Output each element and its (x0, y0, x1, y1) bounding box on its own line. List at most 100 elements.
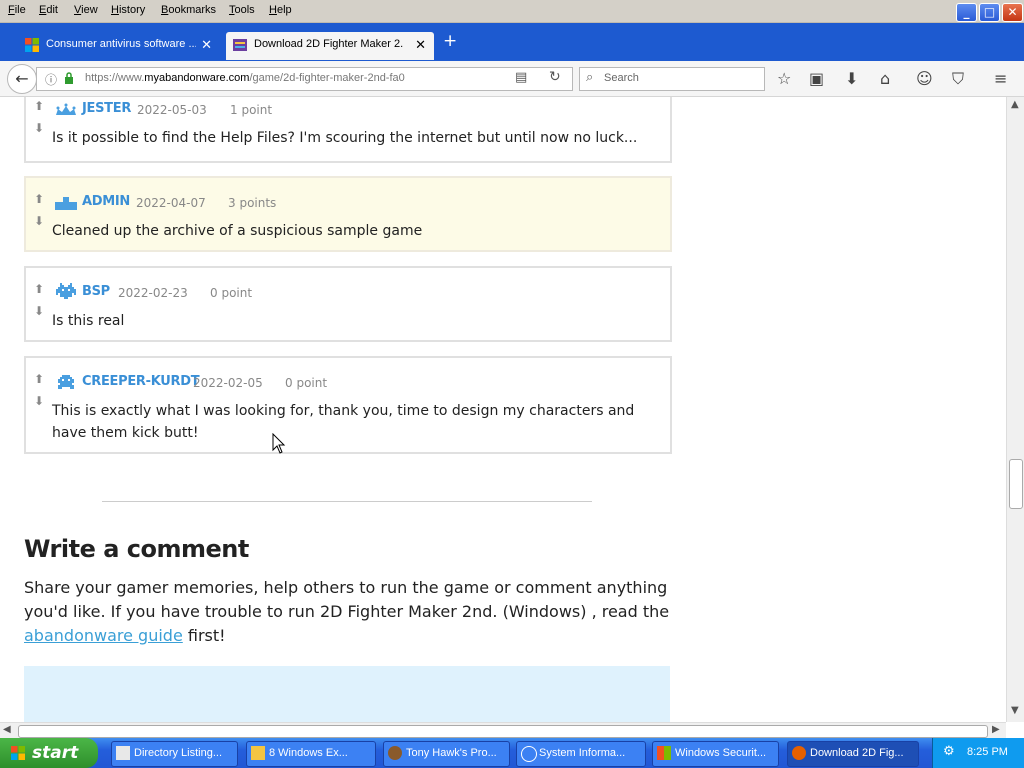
menu-bookmarks[interactable]: Bookmarks (161, 4, 216, 16)
comment-date: 2022-05-03 (137, 103, 207, 117)
upvote-icon[interactable]: ⬆ (34, 372, 44, 386)
upvote-icon[interactable]: ⬆ (34, 282, 44, 296)
task-windows-security[interactable]: Windows Securit... (652, 741, 779, 767)
downvote-icon[interactable]: ⬇ (34, 394, 44, 408)
task-download-fighter[interactable]: Download 2D Fig... (787, 741, 919, 767)
scroll-right-icon[interactable]: ▶ (992, 724, 1000, 735)
minimize-button[interactable]: _ (956, 3, 977, 22)
comment-item: ⬆ ⬇ BSP 2022-02-23 0 point Is this real (24, 266, 672, 342)
new-tab-icon[interactable]: + (443, 31, 457, 51)
close-tab-icon[interactable]: ✕ (415, 37, 426, 53)
shield-icon (657, 746, 671, 760)
reader-view-icon[interactable]: ▤ (515, 70, 527, 85)
maximize-button[interactable]: □ (979, 3, 1000, 22)
start-label: start (32, 743, 79, 763)
page-content: ⬆ ⬇ JESTER 2022-05-03 1 point Is it poss… (0, 97, 1006, 722)
downvote-icon[interactable]: ⬇ (34, 304, 44, 318)
vertical-scroll-thumb[interactable] (1009, 459, 1023, 509)
help-icon (521, 746, 537, 762)
comment-points: 1 point (230, 103, 273, 117)
myabandonware-icon (233, 39, 247, 51)
scroll-up-icon[interactable]: ▲ (1011, 99, 1019, 110)
horizontal-scroll-thumb[interactable] (18, 725, 988, 738)
navigation-bar: ← ⓘ https://www.myabandonware.com/game/2… (0, 61, 1024, 97)
comment-item-admin: ⬆ ⬇ ADMIN 2022-04-07 3 points Cleaned up… (24, 176, 672, 252)
hello-icon[interactable]: ☺ (916, 69, 933, 88)
info-icon[interactable]: ⓘ (45, 71, 57, 88)
downvote-icon[interactable]: ⬇ (34, 214, 44, 228)
menu-file[interactable]: File (8, 4, 26, 16)
microsoft-icon (25, 38, 39, 52)
menu-view[interactable]: View (74, 4, 98, 16)
reload-icon[interactable]: ↻ (549, 69, 561, 85)
comment-username[interactable]: BSP (82, 284, 110, 299)
comment-date: 2022-02-05 (193, 376, 263, 390)
comment-item: ⬆ ⬇ JESTER 2022-05-03 1 point Is it poss… (24, 97, 672, 163)
comment-username[interactable]: CREEPER-KURDT (82, 374, 200, 389)
comment-text: Is it possible to find the Help Files? I… (52, 130, 638, 146)
url-text: https://www.myabandonware.com/game/2d-fi… (85, 72, 405, 84)
comment-points: 0 point (285, 376, 328, 390)
creeper-avatar-icon (58, 375, 74, 389)
vertical-scrollbar[interactable]: ▲ ▼ (1006, 97, 1024, 722)
horizontal-scrollbar[interactable]: ◀ ▶ (0, 722, 1006, 739)
menu-help[interactable]: Help (269, 4, 292, 16)
tab-label: Consumer antivirus software ... (46, 38, 196, 50)
menu-tools[interactable]: Tools (229, 4, 255, 16)
comment-text: Cleaned up the archive of a suspicious s… (52, 223, 423, 239)
downvote-icon[interactable]: ⬇ (34, 121, 44, 135)
comment-username[interactable]: JESTER (82, 101, 131, 116)
comment-text: Is this real (52, 313, 125, 329)
game-icon (388, 746, 402, 760)
close-window-button[interactable]: ✕ (1002, 3, 1023, 22)
bookmark-star-icon[interactable]: ☆ (777, 69, 791, 88)
mouse-cursor-icon (272, 433, 286, 454)
tab-antivirus[interactable]: Consumer antivirus software ... ✕ (18, 32, 220, 60)
upvote-icon[interactable]: ⬆ (34, 192, 44, 206)
firefox-icon (792, 746, 806, 760)
task-tony-hawk[interactable]: Tony Hawk's Pro... (383, 741, 510, 767)
write-comment-heading: Write a comment (24, 535, 249, 563)
windows-logo-icon (11, 746, 25, 760)
menu-bar: File Edit View History Bookmarks Tools H… (0, 0, 1024, 23)
taskbar: start Directory Listing... 8 Windows Ex.… (0, 738, 1024, 768)
network-icon[interactable]: ⚙ (943, 744, 955, 759)
comment-date: 2022-02-23 (118, 286, 188, 300)
tab-strip: Consumer antivirus software ... ✕ Downlo… (0, 23, 1024, 61)
search-input[interactable]: ⌕ Search (579, 67, 765, 91)
upvote-icon[interactable]: ⬆ (34, 99, 44, 113)
menu-edit[interactable]: Edit (39, 4, 58, 16)
tab-label: Download 2D Fighter Maker 2... (254, 38, 404, 50)
search-icon: ⌕ (586, 70, 594, 85)
download-icon[interactable]: ⬇ (845, 69, 858, 88)
system-tray: ⚙ 8:25 PM (932, 738, 1024, 768)
space-invader-avatar-icon (56, 283, 76, 299)
hamburger-menu-icon[interactable]: ≡ (994, 69, 1007, 88)
start-button[interactable]: start (0, 738, 98, 768)
task-directory-listing[interactable]: Directory Listing... (111, 741, 238, 767)
section-divider (102, 501, 592, 502)
tab-fighter-maker[interactable]: Download 2D Fighter Maker 2... ✕ (226, 32, 434, 60)
folder-icon (251, 746, 265, 760)
comment-text: This is exactly what I was looking for, … (52, 403, 635, 441)
comment-username[interactable]: ADMIN (82, 194, 130, 209)
search-placeholder: Search (604, 72, 639, 84)
comment-item: ⬆ ⬇ CREEPER-KURDT 2022-02-05 0 point Thi… (24, 356, 672, 454)
comment-date: 2022-04-07 (136, 196, 206, 210)
abandonware-guide-link[interactable]: abandonware guide (24, 626, 183, 645)
task-windows-explorer[interactable]: 8 Windows Ex... (246, 741, 376, 767)
library-icon[interactable]: ▣ (809, 69, 824, 88)
lock-icon (65, 72, 73, 84)
home-icon[interactable]: ⌂ (880, 69, 890, 88)
comment-points: 0 point (210, 286, 253, 300)
scroll-down-icon[interactable]: ▼ (1011, 705, 1019, 716)
task-system-information[interactable]: System Informa... (516, 741, 646, 767)
menu-history[interactable]: History (111, 4, 145, 16)
comment-form-area[interactable] (24, 666, 670, 722)
document-icon (116, 746, 130, 760)
back-button[interactable]: ← (7, 64, 37, 94)
pocket-icon[interactable]: ⛉ (952, 69, 964, 89)
scroll-left-icon[interactable]: ◀ (3, 724, 11, 735)
close-tab-icon[interactable]: ✕ (201, 37, 212, 53)
url-bar[interactable]: ⓘ https://www.myabandonware.com/game/2d-… (36, 67, 573, 91)
